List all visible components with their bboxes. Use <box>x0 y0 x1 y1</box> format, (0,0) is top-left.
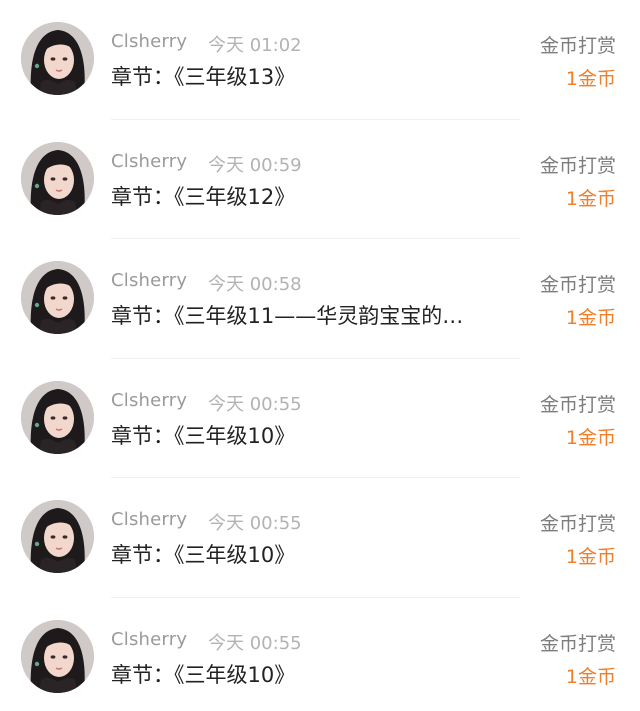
reward-type-label: 金币打赏 <box>539 154 616 177</box>
avatar-icon <box>21 141 94 215</box>
chapter-title[interactable]: 章节：《三年级10》 <box>111 420 295 450</box>
user-avatar[interactable] <box>21 500 94 573</box>
chapter-title[interactable]: 章节：《三年级11——华灵韵宝宝的… <box>111 300 463 330</box>
avatar-icon <box>21 500 94 573</box>
username[interactable]: Clsherry <box>111 509 187 530</box>
avatar-icon <box>21 619 94 693</box>
reward-type-label: 金币打赏 <box>539 393 616 416</box>
user-avatar[interactable] <box>21 22 94 95</box>
reward-amount: 1金币 <box>565 665 616 688</box>
user-avatar[interactable] <box>21 380 94 454</box>
chapter-title[interactable]: 章节：《三年级13》 <box>111 61 295 91</box>
reward-type-label: 金币打赏 <box>539 513 616 535</box>
timestamp: 今天 00:58 <box>208 274 302 295</box>
list-item[interactable]: Clsherry 今天 00:58 章节：《三年级11——华灵韵宝宝的… 金币打… <box>0 239 640 359</box>
list-item[interactable]: Clsherry 今天 00:59 章节：《三年级12》 金币打赏 1金币 <box>0 120 640 239</box>
reward-list: Clsherry 今天 01:02 章节：《三年级13》 金币打赏 1金币 Cl… <box>0 0 640 711</box>
list-item[interactable]: Clsherry 今天 00:55 章节：《三年级10》 金币打赏 1金币 <box>0 478 640 598</box>
chapter-title[interactable]: 章节：《三年级10》 <box>111 539 295 569</box>
list-item[interactable]: Clsherry 今天 00:55 章节：《三年级10》 金币打赏 1金币 <box>0 598 640 711</box>
username[interactable]: Clsherry <box>111 31 187 52</box>
timestamp: 今天 00:55 <box>208 513 302 534</box>
reward-amount: 1金币 <box>565 68 616 90</box>
user-avatar[interactable] <box>21 619 94 693</box>
chapter-title[interactable]: 章节：《三年级12》 <box>111 181 295 211</box>
username[interactable]: Clsherry <box>111 390 187 411</box>
username[interactable]: Clsherry <box>111 151 187 172</box>
chapter-title[interactable]: 章节：《三年级10》 <box>111 659 295 689</box>
timestamp: 今天 00:55 <box>208 393 302 415</box>
timestamp: 今天 01:02 <box>208 35 302 56</box>
timestamp: 今天 00:55 <box>208 632 302 654</box>
reward-type-label: 金币打赏 <box>539 35 616 57</box>
reward-amount: 1金币 <box>565 426 616 449</box>
list-item[interactable]: Clsherry 今天 01:02 章节：《三年级13》 金币打赏 1金币 <box>0 0 640 120</box>
username[interactable]: Clsherry <box>111 270 187 291</box>
reward-type-label: 金币打赏 <box>539 274 616 296</box>
username[interactable]: Clsherry <box>111 629 187 650</box>
reward-type-label: 金币打赏 <box>539 632 616 655</box>
reward-amount: 1金币 <box>565 307 616 329</box>
user-avatar[interactable] <box>21 261 94 334</box>
list-item[interactable]: Clsherry 今天 00:55 章节：《三年级10》 金币打赏 1金币 <box>0 359 640 478</box>
avatar-icon <box>21 380 94 454</box>
reward-amount: 1金币 <box>565 546 616 568</box>
user-avatar[interactable] <box>21 141 94 215</box>
reward-amount: 1金币 <box>565 187 616 210</box>
timestamp: 今天 00:59 <box>208 154 302 176</box>
avatar-icon <box>21 22 94 95</box>
avatar-icon <box>21 261 94 334</box>
